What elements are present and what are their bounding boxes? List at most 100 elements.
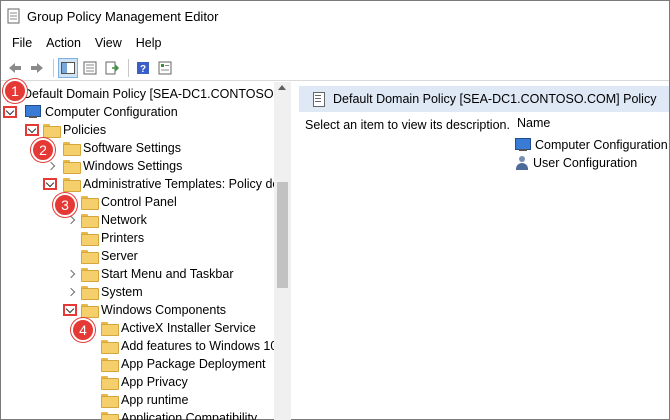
tree-item-network[interactable]: Network: [67, 211, 147, 229]
toolbar: ?: [1, 55, 669, 81]
tree-item-start-menu[interactable]: Start Menu and Taskbar: [67, 265, 233, 283]
scroll-up-arrow-icon[interactable]: [278, 85, 286, 90]
tree-item-label: App Package Deployment: [121, 357, 266, 371]
tree-scrollbar[interactable]: [274, 82, 291, 420]
menu-view[interactable]: View: [88, 36, 129, 50]
tree-item-app-compat[interactable]: Application Compatibility: [101, 409, 257, 420]
description-text: Select an item to view its description.: [305, 118, 510, 132]
menu-file[interactable]: File: [5, 36, 39, 50]
tree-item-windows-settings[interactable]: Windows Settings: [47, 157, 182, 175]
toolbar-separator: [53, 58, 54, 77]
tree-item-control-panel[interactable]: Control Panel: [81, 193, 177, 211]
callout-badge-2: 2: [31, 138, 55, 162]
help-icon[interactable]: ?: [133, 58, 153, 78]
folder-icon: [81, 268, 99, 282]
folder-icon: [81, 250, 99, 264]
computer-icon: [515, 138, 531, 152]
folder-icon: [81, 232, 99, 246]
tree-item-label: Server: [101, 249, 138, 263]
folder-icon: [101, 376, 119, 390]
tree-item-software-settings[interactable]: Software Settings: [47, 139, 181, 157]
column-header-name[interactable]: Name: [517, 116, 550, 130]
expand-chevron-right-icon[interactable]: [67, 287, 77, 297]
filter-options-icon[interactable]: [155, 58, 175, 78]
folder-icon: [101, 394, 119, 408]
folder-icon: [101, 358, 119, 372]
tree-item-label: Windows Settings: [83, 159, 183, 173]
list-item-computer-configuration[interactable]: Computer Configuration: [515, 136, 668, 154]
folder-icon: [63, 178, 81, 192]
forward-arrow-icon[interactable]: [27, 58, 47, 78]
tree-item-label: Network: [101, 213, 147, 227]
tree-item-label: Printers: [101, 231, 145, 245]
tree-item-server[interactable]: Server: [81, 247, 138, 265]
callout-badge-4: 4: [71, 318, 95, 342]
folder-icon: [63, 142, 81, 156]
tree-item-app-package[interactable]: App Package Deployment: [101, 355, 266, 373]
tree-item-administrative-templates[interactable]: Administrative Templates: Policy definit…: [43, 175, 290, 193]
title-bar: Group Policy Management Editor: [1, 1, 669, 31]
expand-chevron-down-icon[interactable]: [3, 106, 17, 118]
folder-icon: [63, 160, 81, 174]
folder-icon: [101, 412, 119, 420]
toolbar-separator: [128, 58, 129, 77]
menu-action[interactable]: Action: [39, 36, 88, 50]
list-item-label: User Configuration: [533, 156, 638, 170]
tree-item-label: Application Compatibility: [121, 411, 258, 420]
callout-badge-1: 1: [3, 79, 27, 103]
svg-text:?: ?: [140, 64, 146, 75]
tree-item-printers[interactable]: Printers: [81, 229, 144, 247]
window-title: Group Policy Management Editor: [27, 8, 219, 24]
expand-chevron-right-icon[interactable]: [47, 161, 57, 171]
details-header: Default Domain Policy [SEA-DC1.CONTOSO.C…: [299, 86, 669, 112]
tree-item-label: Administrative Templates: Policy definit…: [83, 177, 290, 191]
tree-item-label: Policies: [63, 123, 107, 137]
menu-bar: File Action View Help: [1, 32, 669, 54]
folder-icon: [81, 196, 99, 210]
tree-item-label: Computer Configuration: [45, 105, 178, 119]
tree-item-label: App Privacy: [121, 375, 188, 389]
tree-item-add-features[interactable]: Add features to Windows 10: [101, 337, 277, 355]
tree-root[interactable]: Default Domain Policy [SEA-DC1.CONTOSO.C…: [5, 85, 290, 103]
computer-icon: [25, 105, 41, 119]
tree-item-label: Windows Components: [101, 303, 227, 317]
tree-item-label: Control Panel: [101, 195, 177, 209]
back-arrow-icon[interactable]: [5, 58, 25, 78]
tree-item-app-runtime[interactable]: App runtime: [101, 391, 188, 409]
user-icon: [515, 156, 529, 170]
folder-icon: [81, 214, 99, 228]
tree-item-label: Add features to Windows 10: [121, 339, 278, 353]
tree-item-label: Software Settings: [83, 141, 181, 155]
tree-item-policies[interactable]: Policies: [25, 121, 106, 139]
expand-chevron-right-icon[interactable]: [67, 269, 77, 279]
details-header-title: Default Domain Policy [SEA-DC1.CONTOSO.C…: [333, 92, 657, 106]
folder-icon: [43, 124, 61, 138]
properties-icon[interactable]: [80, 58, 100, 78]
tree-item-windows-components[interactable]: Windows Components: [63, 301, 226, 319]
tree-item-label: App runtime: [121, 393, 189, 407]
tree-item-system[interactable]: System: [67, 283, 143, 301]
show-hide-tree-icon[interactable]: [58, 57, 78, 78]
expand-chevron-right-icon[interactable]: [67, 215, 77, 225]
folder-icon: [101, 340, 119, 354]
tree-item-activex[interactable]: ActiveX Installer Service: [101, 319, 256, 337]
export-list-icon[interactable]: [102, 58, 122, 78]
tree-root-label: Default Domain Policy [SEA-DC1.CONTOSO.C…: [23, 87, 290, 101]
console-tree: Default Domain Policy [SEA-DC1.CONTOSO.C…: [1, 82, 291, 420]
tree-item-label: Start Menu and Taskbar: [101, 267, 234, 281]
policy-document-icon: [311, 91, 325, 107]
callout-badge-3: 3: [53, 193, 77, 217]
expand-chevron-down-icon[interactable]: [63, 304, 77, 316]
folder-icon: [81, 304, 99, 318]
menu-help[interactable]: Help: [129, 36, 169, 50]
expand-chevron-down-icon[interactable]: [43, 178, 57, 190]
scrollbar-thumb[interactable]: [277, 182, 288, 288]
folder-icon: [81, 286, 99, 300]
details-pane: Default Domain Policy [SEA-DC1.CONTOSO.C…: [299, 82, 669, 420]
folder-icon: [101, 322, 119, 336]
tree-item-label: System: [101, 285, 143, 299]
expand-chevron-down-icon[interactable]: [25, 124, 39, 136]
list-item-user-configuration[interactable]: User Configuration: [515, 154, 637, 172]
tree-item-computer-configuration[interactable]: Computer Configuration: [3, 103, 178, 121]
tree-item-app-privacy[interactable]: App Privacy: [101, 373, 188, 391]
